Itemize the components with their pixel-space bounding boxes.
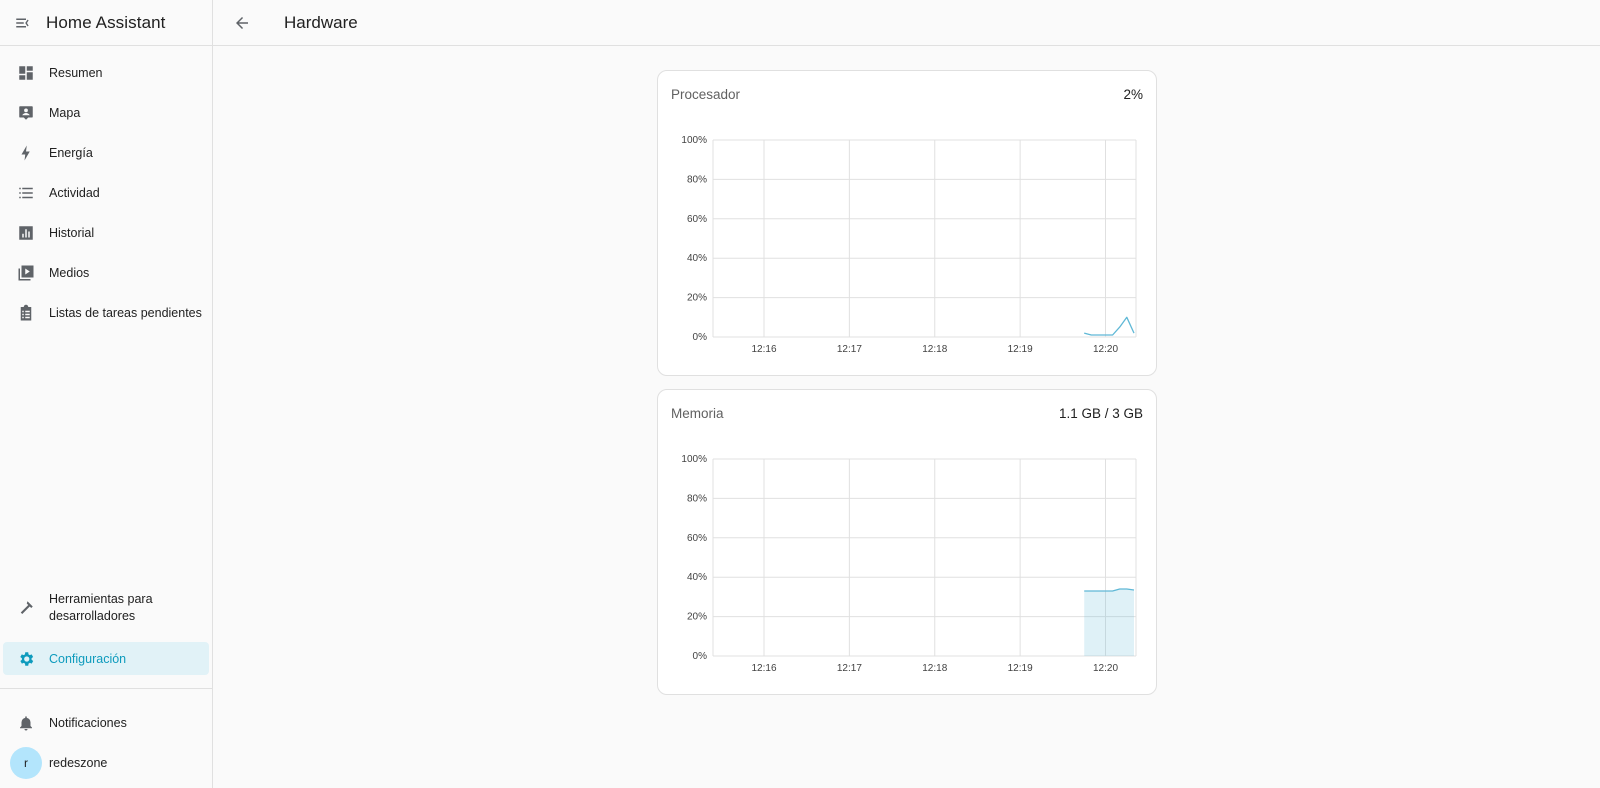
bell-icon: [17, 714, 35, 732]
y-tick-label: 60%: [687, 533, 707, 544]
sidebar-item-historial[interactable]: Historial: [3, 213, 209, 253]
sidebar-item-energia[interactable]: Energía: [3, 133, 209, 173]
sidebar-item-label: Listas de tareas pendientes: [49, 306, 202, 320]
x-tick-label: 12:16: [751, 344, 776, 355]
sidebar-bottom: Herramientas para desarrolladores Config…: [0, 590, 212, 675]
x-tick-label: 12:19: [1008, 663, 1033, 674]
y-tick-label: 20%: [687, 293, 707, 304]
y-tick-label: 80%: [687, 493, 707, 504]
memory-card: Memoria 1.1 GB / 3 GB 0% 20% 40% 60% 80% 100%…: [657, 389, 1157, 695]
gear-icon: [17, 650, 35, 668]
list-icon: [17, 184, 35, 202]
sidebar-item-resumen[interactable]: Resumen: [3, 53, 209, 93]
x-tick-label: 12:17: [837, 663, 862, 674]
sidebar-item-label: Herramientas para desarrolladores: [49, 592, 153, 623]
sidebar-item-mapa[interactable]: Mapa: [3, 93, 209, 133]
y-tick-label: 40%: [687, 572, 707, 583]
user-name: redeszone: [49, 756, 108, 770]
lightning-icon: [17, 144, 35, 162]
sidebar-item-label: Energía: [49, 146, 93, 160]
x-tick-label: 12:20: [1093, 344, 1118, 355]
x-tick-label: 12:17: [837, 344, 862, 355]
clipboard-icon: [17, 304, 35, 322]
map-icon: [17, 104, 35, 122]
app-title: Home Assistant: [46, 12, 166, 32]
sidebar-item-label: Historial: [49, 226, 95, 240]
sidebar-item-label: Actividad: [49, 186, 100, 200]
y-tick-label: 100%: [681, 135, 707, 146]
sidebar-item-actividad[interactable]: Actividad: [3, 173, 209, 213]
avatar: r: [10, 747, 42, 779]
cpu-card: Procesador 2% 0% 20% 40% 60% 80% 100% 12:16 12:…: [657, 70, 1157, 376]
sidebar-item-label: Resumen: [49, 66, 103, 80]
back-button[interactable]: [233, 13, 253, 33]
arrow-left-icon: [236, 16, 248, 29]
topbar: Hardware: [213, 0, 1600, 46]
x-tick-label: 12:16: [751, 663, 776, 674]
sidebar-nav: Resumen Mapa Energía Actividad Historial: [0, 53, 212, 333]
menu-icon[interactable]: [14, 14, 32, 32]
sidebar-header: Home Assistant: [0, 0, 212, 46]
sidebar-item-listas[interactable]: Listas de tareas pendientes: [3, 293, 209, 333]
y-tick-label: 0%: [693, 332, 708, 343]
x-tick-label: 12:18: [922, 344, 947, 355]
sidebar-item-label: Configuración: [49, 651, 127, 666]
cpu-chart: 0% 20% 40% 60% 80% 100% 12:16 12:17 12:18 12:19 12…: [681, 135, 1137, 355]
sidebar-item-configuracion[interactable]: Configuración: [3, 642, 209, 675]
sidebar-divider: [0, 688, 212, 689]
sidebar-item-label: Mapa: [49, 106, 81, 120]
y-tick-label: 60%: [687, 214, 707, 225]
series-area: [1084, 589, 1134, 656]
y-tick-label: 80%: [687, 174, 707, 185]
sidebar-item-dev-tools[interactable]: Herramientas para desarrolladores: [3, 590, 209, 626]
dashboard-icon: [17, 64, 35, 82]
page-title: Hardware: [284, 12, 358, 32]
sidebar: Home Assistant Resumen Mapa Energía Acti…: [0, 0, 213, 788]
x-tick-label: 12:19: [1008, 344, 1033, 355]
y-tick-label: 100%: [681, 454, 707, 465]
y-tick-label: 40%: [687, 253, 707, 264]
sidebar-item-label: Notificaciones: [49, 716, 127, 730]
series-line: [1084, 316, 1135, 336]
chart-icon: [17, 224, 35, 242]
sidebar-item-medios[interactable]: Medios: [3, 253, 209, 293]
memory-chart: 0% 20% 40% 60% 80% 100% 12:16 12:17 12:18 12:19 12…: [681, 454, 1137, 674]
hammer-icon: [17, 599, 35, 617]
y-tick-label: 20%: [687, 612, 707, 623]
media-icon: [17, 264, 35, 282]
sidebar-item-label: Medios: [49, 266, 90, 280]
x-tick-label: 12:18: [922, 663, 947, 674]
x-tick-label: 12:20: [1093, 663, 1118, 674]
y-tick-label: 0%: [693, 651, 708, 662]
sidebar-footer: Notificaciones r redeszone: [0, 703, 212, 783]
sidebar-item-notificaciones[interactable]: Notificaciones: [3, 703, 209, 743]
sidebar-item-user[interactable]: r redeszone: [3, 743, 209, 783]
